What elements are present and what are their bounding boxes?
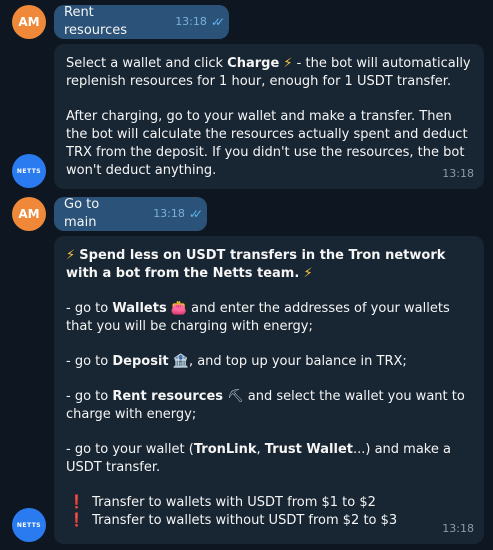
message-paragraph: - go to Wallets 👛 and enter the addresse… — [66, 301, 450, 334]
message-time: 13:18 — [442, 522, 474, 535]
message-text: Go to main — [64, 197, 100, 230]
incoming-message-main-menu[interactable]: ⚡ Spend less on USDT transfers in the Tr… — [54, 236, 484, 544]
outgoing-message-rent-resources[interactable]: Rent resources 13:18 ✓✓ — [54, 5, 229, 39]
message-headline: ⚡ Spend less on USDT transfers in the Tr… — [66, 248, 446, 281]
message-paragraph: After charging, go to your wallet and ma… — [66, 109, 468, 178]
user-avatar-initials: AM — [18, 15, 40, 29]
message-time: 13:18 ✓✓ — [175, 15, 225, 29]
bank-icon: 🏦 — [172, 354, 189, 369]
purse-icon: 👛 — [170, 301, 188, 316]
bot-avatar[interactable]: NETTS — [12, 508, 46, 542]
exclamation-icon: ❗ — [68, 495, 86, 510]
message-note: ❗ Transfer to wallets with USDT from $1 … — [66, 494, 472, 512]
bolt-icon: ⚡ — [66, 248, 76, 263]
bolt-icon: ⚡ — [303, 266, 313, 281]
message-paragraph: - go to Rent resources ⛏ and select the … — [66, 389, 465, 422]
read-check-icon: ✓✓ — [188, 207, 203, 221]
incoming-message-charge-info[interactable]: Select a wallet and click Charge ⚡ - the… — [54, 44, 484, 189]
message-time: 13:18 — [442, 167, 474, 180]
exclamation-icon: ❗ — [68, 513, 86, 528]
message-note: ❗ Transfer to wallets without USDT from … — [66, 512, 472, 530]
user-avatar[interactable]: AM — [12, 5, 46, 39]
message-time: 13:18 ✓✓ — [153, 207, 203, 221]
message-paragraph: - go to Deposit 🏦, and top up your balan… — [66, 354, 407, 369]
bot-avatar[interactable]: NETTS — [12, 154, 46, 188]
pick-icon: ⛏ — [227, 389, 244, 404]
bot-avatar-label: NETTS — [16, 167, 42, 175]
read-check-icon: ✓✓ — [210, 15, 225, 29]
user-avatar[interactable]: AM — [12, 197, 46, 231]
bolt-icon: ⚡ — [283, 56, 293, 71]
outgoing-message-go-to-main[interactable]: Go to main 13:18 ✓✓ — [54, 197, 207, 231]
message-paragraph: Select a wallet and click Charge ⚡ - the… — [66, 56, 471, 89]
user-avatar-initials: AM — [18, 207, 40, 221]
bot-avatar-label: NETTS — [16, 521, 42, 529]
message-text: Rent resources — [64, 5, 128, 38]
message-paragraph: - go to your wallet (TronLink, Trust Wal… — [66, 442, 451, 475]
